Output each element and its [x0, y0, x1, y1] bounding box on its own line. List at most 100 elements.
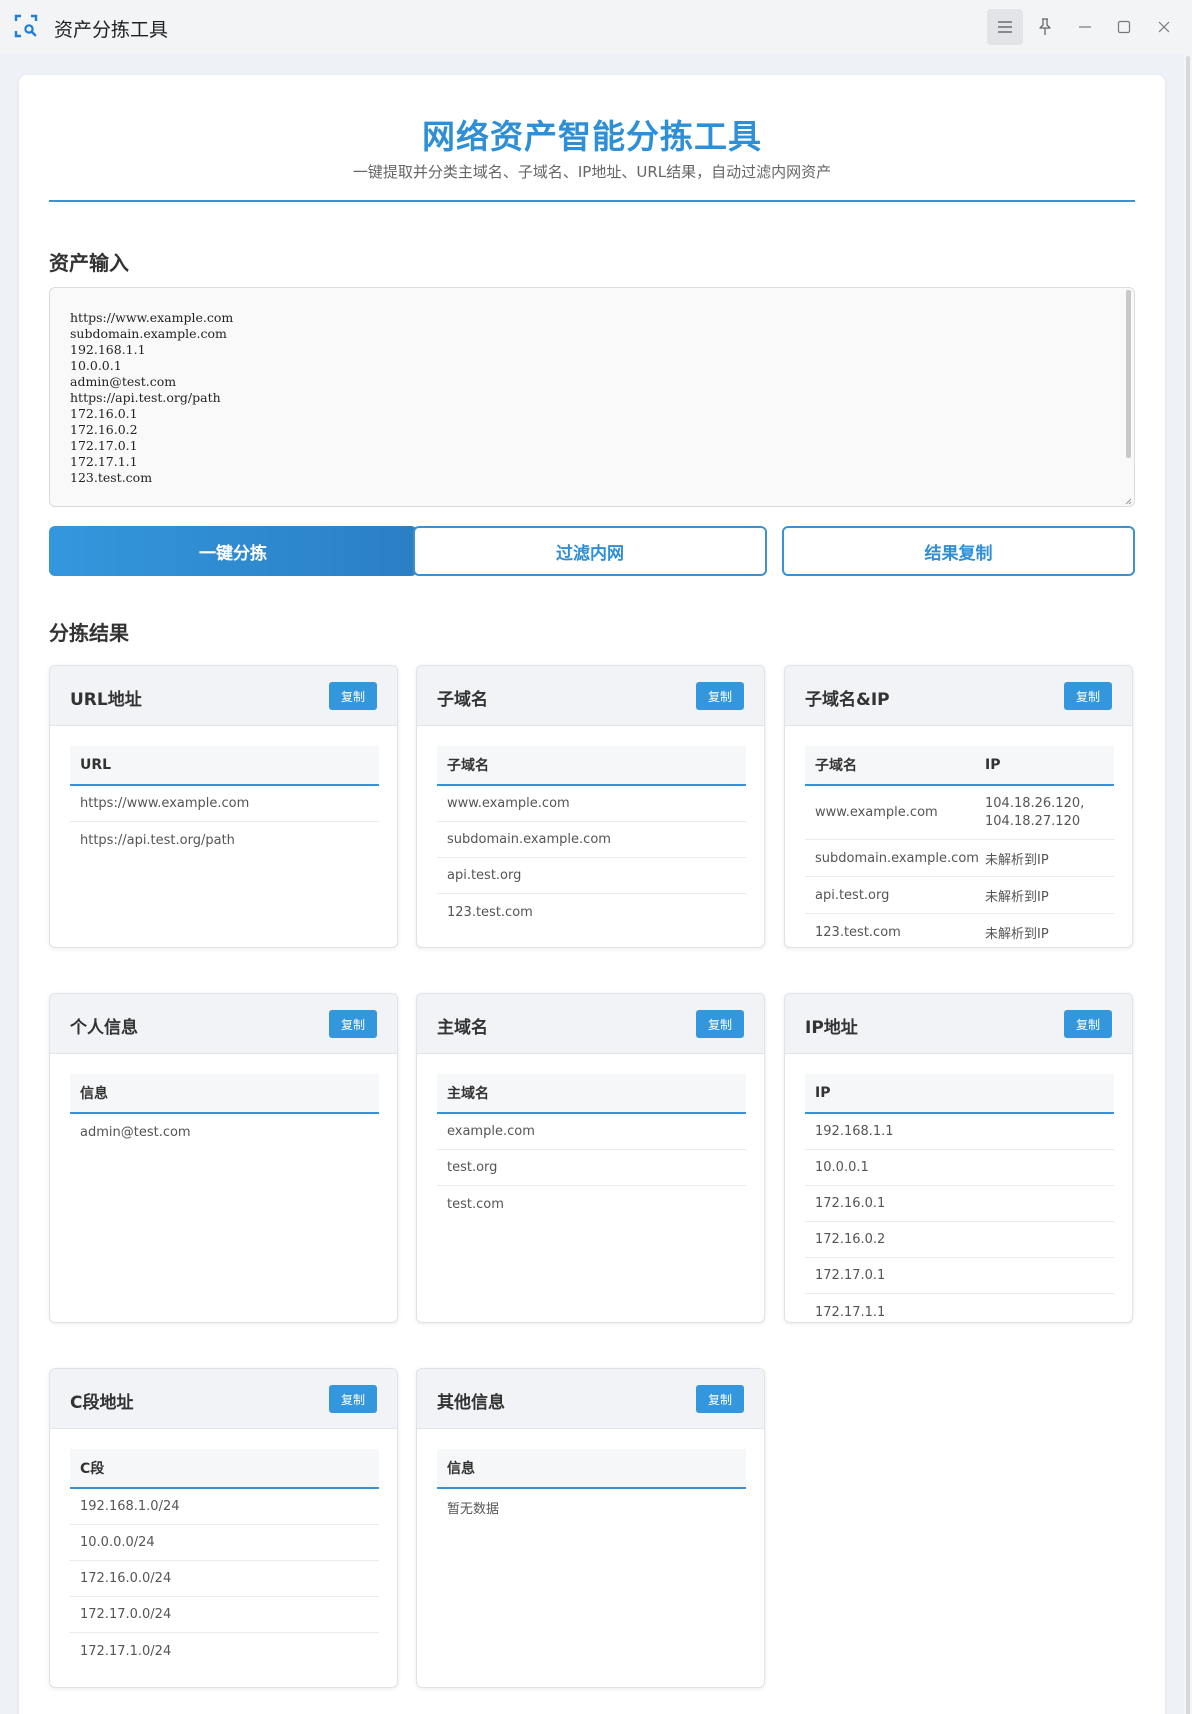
table-cell: example.com — [447, 1124, 535, 1139]
url-table: URL https://www.example.com https://api.… — [70, 746, 379, 858]
page-subtitle: 一键提取并分类主域名、子域名、IP地址、URL结果，自动过滤内网资产 — [352, 163, 832, 181]
table-row: 192.168.1.1 — [805, 1114, 1114, 1150]
table-header: URL — [70, 746, 379, 786]
card-header: 主域名 复制 — [417, 994, 764, 1054]
table-row: example.com — [437, 1114, 746, 1150]
table-row: test.org — [437, 1150, 746, 1186]
table-cell: 未解析到IP — [985, 889, 1049, 905]
card-title: 子域名 — [437, 690, 488, 710]
table-row: 172.17.0.0/24 — [70, 1597, 379, 1633]
table-row: www.example.com — [437, 786, 746, 822]
main-panel: 网络资产智能分拣工具 一键提取并分类主域名、子域名、IP地址、URL结果，自动过… — [19, 75, 1165, 1714]
table-row: 192.168.1.0/24 — [70, 1489, 379, 1525]
table-cell: www.example.com — [815, 805, 938, 820]
table-cell: www.example.com — [447, 796, 570, 811]
other-info-card: 其他信息 复制 信息 暂无数据 — [416, 1368, 765, 1688]
c-segment-table: C段 192.168.1.0/24 10.0.0.0/24 172.16.0.0… — [70, 1449, 379, 1669]
menu-button[interactable] — [987, 9, 1023, 45]
subdomain-card: 子域名 复制 子域名 www.example.com subdomain.exa… — [416, 665, 765, 948]
card-header: C段地址 复制 — [50, 1369, 397, 1429]
column-header: URL — [80, 757, 112, 773]
pin-button[interactable] — [1027, 9, 1063, 45]
table-cell: subdomain.example.com — [815, 850, 979, 866]
table-cell: 104.18.26.120, 104.18.27.120 — [975, 795, 1114, 831]
copy-url-button[interactable]: 复制 — [329, 682, 377, 710]
table-row: test.com — [437, 1186, 746, 1222]
table-row: 暂无数据 — [437, 1489, 746, 1525]
copy-subdomain-ip-button[interactable]: 复制 — [1064, 682, 1112, 710]
table-cell: test.org — [447, 1160, 498, 1175]
column-header: 主域名 — [447, 1086, 489, 1102]
table-cell: admin@test.com — [80, 1124, 191, 1140]
table-cell: 123.test.com — [447, 904, 533, 920]
subdomain-ip-table: 子域名 IP www.example.com 104.18.26.120, 10… — [805, 746, 1114, 947]
page-title: 网络资产智能分拣工具 — [422, 117, 762, 156]
table-cell: api.test.org — [447, 868, 522, 883]
table-header: 子域名 — [437, 746, 746, 786]
table-cell: 172.16.0.0/24 — [80, 1571, 172, 1586]
main-domain-table: 主域名 example.com test.org test.com — [437, 1074, 746, 1222]
card-title: URL地址 — [70, 690, 142, 710]
copy-results-button[interactable]: 结果复制 — [782, 526, 1135, 576]
card-title: 其他信息 — [437, 1393, 505, 1413]
table-row: 172.16.0.1 — [805, 1186, 1114, 1222]
minimize-icon — [1079, 26, 1091, 28]
copy-personal-button[interactable]: 复制 — [329, 1010, 377, 1038]
card-title: 子域名&IP — [805, 690, 890, 710]
table-header: IP — [805, 1074, 1114, 1114]
table-cell: 10.0.0.0/24 — [80, 1535, 155, 1550]
card-header: 子域名&IP 复制 — [785, 666, 1132, 726]
table-cell: https://api.test.org/path — [80, 832, 235, 848]
table-row: 10.0.0.1 — [805, 1150, 1114, 1186]
scan-search-icon — [14, 14, 38, 38]
minimize-button[interactable] — [1067, 9, 1103, 45]
table-row: 10.0.0.0/24 — [70, 1525, 379, 1561]
filter-intranet-button[interactable]: 过滤内网 — [413, 526, 767, 576]
table-cell: 192.168.1.1 — [815, 1124, 894, 1139]
column-header: C段 — [80, 1461, 105, 1477]
column-header: 子域名 — [815, 758, 857, 774]
table-row: 172.17.0.1 — [805, 1258, 1114, 1294]
card-header: IP地址 复制 — [785, 994, 1132, 1054]
table-header: 子域名 IP — [805, 746, 1114, 786]
copy-other-button[interactable]: 复制 — [696, 1385, 744, 1413]
table-cell: test.com — [447, 1196, 504, 1212]
table-header: 信息 — [437, 1449, 746, 1489]
table-cell: 172.17.1.1 — [815, 1304, 886, 1320]
copy-subdomain-button[interactable]: 复制 — [696, 682, 744, 710]
table-cell: 172.17.0.1 — [815, 1268, 886, 1283]
subdomain-table: 子域名 www.example.com subdomain.example.co… — [437, 746, 746, 930]
table-header: C段 — [70, 1449, 379, 1489]
card-title: IP地址 — [805, 1018, 858, 1038]
table-row: 123.test.com — [437, 894, 746, 930]
copy-ip-button[interactable]: 复制 — [1064, 1010, 1112, 1038]
table-cell: https://www.example.com — [80, 796, 250, 811]
resize-grip-icon[interactable] — [1124, 497, 1132, 505]
table-row: subdomain.example.com — [437, 822, 746, 858]
copy-c-segment-button[interactable]: 复制 — [329, 1385, 377, 1413]
table-cell: subdomain.example.com — [447, 832, 611, 847]
copy-main-domain-button[interactable]: 复制 — [696, 1010, 744, 1038]
table-cell: api.test.org — [815, 887, 890, 903]
main-domain-card: 主域名 复制 主域名 example.com test.org test.com — [416, 993, 765, 1323]
asset-input[interactable] — [49, 287, 1135, 507]
ip-line: 104.18.27.120 — [985, 813, 1081, 829]
table-cell: 暂无数据 — [447, 1501, 500, 1517]
table-row: 172.16.0.2 — [805, 1222, 1114, 1258]
table-row: 172.16.0.0/24 — [70, 1561, 379, 1597]
table-header: 信息 — [70, 1074, 379, 1114]
ip-card: IP地址 复制 IP 192.168.1.1 10.0.0.1 172.16.0… — [784, 993, 1133, 1323]
table-cell: 未解析到IP — [985, 927, 1049, 942]
personal-info-card: 个人信息 复制 信息 admin@test.com — [49, 993, 398, 1323]
table-cell: 172.16.0.1 — [815, 1196, 886, 1211]
other-info-table: 信息 暂无数据 — [437, 1449, 746, 1525]
maximize-button[interactable] — [1106, 9, 1142, 45]
sort-button[interactable]: 一键分拣 — [49, 526, 417, 576]
table-row: admin@test.com — [70, 1114, 379, 1150]
page-scrollbar-thumb[interactable] — [1186, 56, 1190, 1714]
close-button[interactable] — [1146, 9, 1182, 45]
input-scrollbar-thumb[interactable] — [1126, 290, 1131, 458]
table-cell: 123.test.com — [815, 925, 901, 940]
card-header: URL地址 复制 — [50, 666, 397, 726]
table-row: 123.test.com 未解析到IP — [805, 914, 1114, 947]
